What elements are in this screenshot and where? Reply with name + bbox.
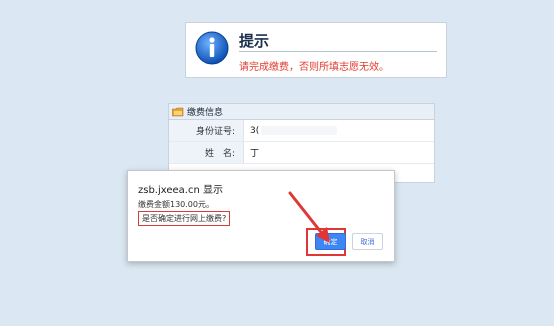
name-label: 姓 名:	[169, 142, 244, 163]
notice-divider	[239, 51, 437, 52]
redacted-area	[261, 126, 338, 135]
notice-title: 提示	[239, 32, 270, 50]
name-row: 姓 名: 丁	[169, 142, 434, 164]
confirm-question-text: 是否确定进行网上缴费?	[138, 211, 231, 226]
confirm-dialog: zsb.jxeea.cn 显示 缴费金额130.00元。 是否确定进行网上缴费?…	[127, 170, 395, 262]
info-icon	[195, 31, 229, 65]
payment-amount-text: 缴费金额130.00元。	[138, 200, 214, 209]
red-arrow-annotation	[288, 191, 330, 243]
dialog-title: zsb.jxeea.cn 显示	[138, 185, 223, 196]
name-value: 丁	[250, 149, 260, 159]
id-number-row: 身份证号: 3(	[169, 120, 434, 142]
panel-header: 缴费信息	[169, 104, 434, 120]
notice-message: 请完成缴费，否则所填志愿无效。	[239, 62, 389, 73]
folder-icon	[172, 107, 184, 116]
id-number-value: 3(	[244, 120, 338, 141]
cancel-button[interactable]: 取消	[352, 233, 383, 250]
panel-header-title: 缴费信息	[187, 108, 224, 118]
id-number-label: 身份证号:	[169, 120, 244, 141]
notice-box: 提示 请完成缴费，否则所填志愿无效。	[185, 22, 447, 78]
